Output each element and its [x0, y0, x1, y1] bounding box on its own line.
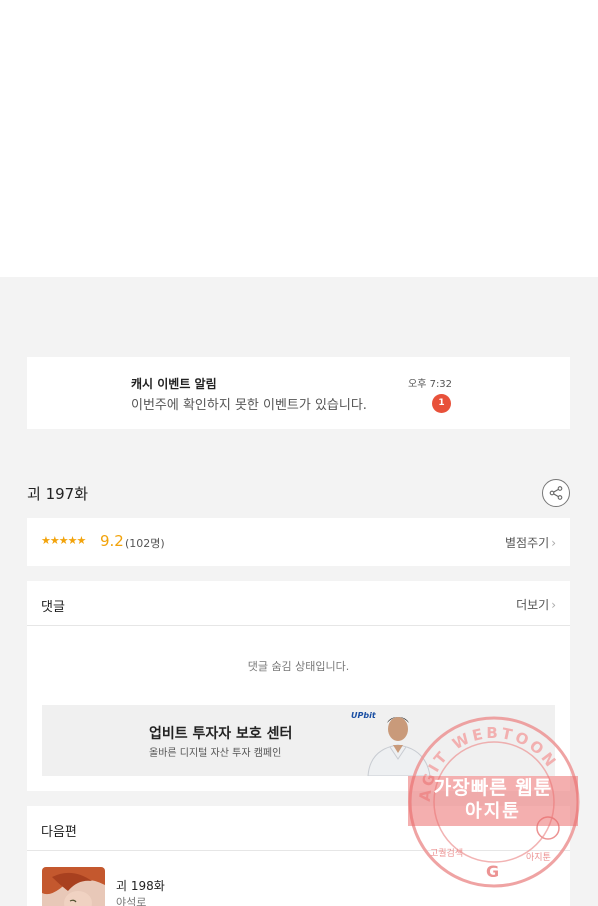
rating-votes: (102명): [125, 537, 165, 550]
star-rating-icon: ★★★★★: [41, 534, 86, 547]
episode-title: 괴 197화: [27, 485, 88, 503]
comments-more-label: 더보기: [516, 598, 550, 612]
ad-banner[interactable]: 업비트 투자자 보호 센터 올바른 디지털 자산 투자 캠페인 UPbit: [42, 705, 555, 776]
next-episode-card: 다음편 괴 198화 야석로: [27, 806, 570, 906]
comments-header: 댓글 더보기 ›: [27, 581, 570, 626]
rating-score: 9.2: [100, 532, 124, 550]
content-area-blank: [0, 0, 598, 277]
comments-card: 댓글 더보기 › 댓글 숨김 상태입니다. 업비트 투자자 보호 센터 올바른 디…: [27, 581, 570, 791]
comments-hidden-message: 댓글 숨김 상태입니다.: [247, 660, 350, 673]
chevron-right-icon: ›: [551, 536, 556, 550]
comments-more-button[interactable]: 더보기 ›: [516, 596, 556, 613]
rating-card: ★★★★★ 9.2 (102명) 별점주기 ›: [27, 518, 570, 566]
notification-title: 캐시 이벤트 알림: [131, 377, 217, 391]
ad-subtitle: 올바른 디지털 자산 투자 캠페인: [149, 748, 282, 759]
ad-title: 업비트 투자자 보호 센터: [149, 726, 293, 742]
next-episode-thumbnail[interactable]: [42, 867, 105, 906]
ad-person-image: [367, 717, 431, 776]
comments-label: 댓글: [41, 600, 65, 615]
notification-badge: 1: [432, 394, 451, 413]
notification-time: 오후 7:32: [408, 379, 453, 390]
next-episode-author: 야석로: [116, 896, 147, 906]
next-episode-header: 다음편: [27, 806, 570, 851]
rate-button-label: 별점주기: [505, 536, 550, 550]
share-button[interactable]: [542, 479, 570, 507]
rate-button[interactable]: 별점주기 ›: [505, 534, 556, 551]
notification-message: 이번주에 확인하지 못한 이벤트가 있습니다.: [131, 398, 367, 413]
share-icon: [549, 486, 563, 500]
chevron-right-icon: ›: [551, 598, 556, 612]
next-episode-label: 다음편: [41, 825, 77, 840]
next-episode-title[interactable]: 괴 198화: [116, 877, 165, 894]
notification-card[interactable]: 캐시 이벤트 알림 이번주에 확인하지 못한 이벤트가 있습니다. 오후 7:3…: [27, 357, 570, 429]
